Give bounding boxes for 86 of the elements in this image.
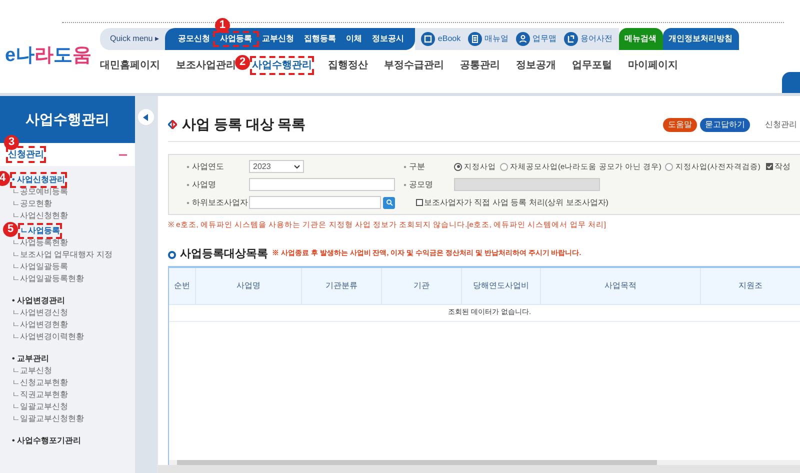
sidebar-item[interactable]: ㄴ사업신청현황 xyxy=(12,210,135,222)
tool-link[interactable]: eBook xyxy=(420,32,461,46)
side-tab[interactable] xyxy=(782,72,800,93)
diamond-icon xyxy=(168,120,177,129)
page-title: 사업 등록 대상 목록 xyxy=(182,115,306,134)
sidebar-item[interactable]: ㄴ사업변경이력현황 xyxy=(12,330,135,342)
column-header: 사업명 xyxy=(196,268,302,304)
sidebar-item[interactable]: ㄴ공모현황 xyxy=(12,198,135,210)
sidebar-item[interactable]: ㄴ교부신청 xyxy=(12,364,135,376)
sidebar-item[interactable]: ㄴ보조사업 업무대행자 지정 xyxy=(12,248,135,260)
quick-menu-link[interactable]: 이체 xyxy=(340,33,367,45)
tool-link[interactable]: 용어사전 xyxy=(564,32,613,46)
main-nav-item[interactable]: 집행정산 xyxy=(328,58,368,73)
tool-link[interactable]: 업무맵 xyxy=(516,32,557,46)
sidebar-item[interactable]: ㄴ신청교부현황 xyxy=(12,376,135,388)
callout-number-badge: 1 xyxy=(214,18,230,33)
main-nav-item[interactable]: 정보공개 xyxy=(516,58,556,73)
collapse-arrow-icon xyxy=(143,114,149,120)
chevron-down-icon xyxy=(294,164,300,168)
sidebar-section[interactable]: 신청관리 xyxy=(8,148,44,162)
tool-link[interactable]: 매뉴얼 xyxy=(468,32,509,46)
header-button[interactable]: 개인정보처리방침 xyxy=(662,28,739,50)
field-label: 공모명 xyxy=(404,178,454,190)
main-nav-item[interactable]: 부정수급관리 xyxy=(384,58,444,73)
column-header: 당해연도사업비 xyxy=(462,268,541,304)
quick-menu-link[interactable]: 공모신청 xyxy=(172,33,215,45)
radio-button[interactable] xyxy=(665,162,674,170)
callout-number-badge: 2 xyxy=(235,55,250,70)
help-badge[interactable]: 도움말 xyxy=(663,118,697,132)
sidebar-item[interactable]: ㄴ공모예비등록 xyxy=(12,186,135,198)
checkbox-option[interactable]: 보조사업자가 직접 사업 등록 처리(상위 보조사업자) xyxy=(416,196,608,208)
sidebar-item[interactable]: ㄴ사업일괄등록 xyxy=(12,260,135,272)
sidebar-item[interactable]: ㄴ사업변경현황 xyxy=(12,318,135,330)
horizontal-scrollbar[interactable] xyxy=(169,460,800,465)
search-icon xyxy=(386,199,392,206)
header-button[interactable]: 메뉴검색 xyxy=(618,28,663,50)
sidebar-item[interactable]: ㄴ일괄교부신청 xyxy=(12,400,135,412)
sidebar-item[interactable]: ㄴ사업등록현황 xyxy=(12,236,135,248)
quick-menu-label[interactable]: Quick menu ▸ xyxy=(100,28,171,50)
quick-menu-link[interactable]: 사업등록 xyxy=(214,33,257,45)
sidebar-item[interactable]: ㄴ직권교부현황 xyxy=(12,388,135,400)
sidebar-item[interactable]: ㄴ사업변경신청 xyxy=(12,306,135,318)
sub-recipient-input[interactable] xyxy=(249,196,381,209)
main-nav-item[interactable]: 보조사업관리 xyxy=(176,58,236,73)
radio-button[interactable] xyxy=(454,162,462,170)
quick-menu-link[interactable]: 정보공시 xyxy=(366,33,409,45)
checkbox[interactable] xyxy=(766,163,774,170)
quick-menu-link[interactable]: 집행등록 xyxy=(298,33,341,45)
logo[interactable]: e나라도움 xyxy=(5,46,100,65)
callout-number-badge: 4 xyxy=(0,171,10,186)
sidebar-item[interactable]: ㄴ사업등록 xyxy=(20,224,60,236)
sidebar-group[interactable]: • 사업신청관리 xyxy=(12,174,66,186)
sidebar-item[interactable]: ㄴ사업일괄등록현황 xyxy=(12,272,135,284)
callout-number-badge: 5 xyxy=(3,222,18,236)
column-header: 순번 xyxy=(169,268,196,304)
help-badge[interactable]: 묻고답하기 xyxy=(700,118,750,132)
main-nav-item[interactable]: 마이페이지 xyxy=(628,58,678,73)
radio-button[interactable] xyxy=(500,162,508,170)
sidebar-toggle-button[interactable] xyxy=(138,109,154,125)
business-name-input[interactable] xyxy=(249,178,395,191)
field-label: 사업연도 xyxy=(187,160,249,172)
column-header: 기관 xyxy=(382,268,462,304)
column-header: 사업목적 xyxy=(541,268,701,304)
quick-menu-link[interactable]: 교부신청 xyxy=(256,33,299,45)
search-button[interactable] xyxy=(383,196,395,208)
breadcrumb: 신청관리 xyxy=(765,118,797,130)
main-nav-item[interactable]: 대민홈페이지 xyxy=(100,58,160,73)
checkbox[interactable] xyxy=(416,199,423,206)
sidebar-group[interactable]: • 사업변경관리 xyxy=(12,294,135,306)
field-label: 하위보조사업자 xyxy=(187,196,249,208)
field-label: 구분 xyxy=(404,160,454,172)
sidebar-group[interactable]: • 교부관리 xyxy=(12,352,135,364)
main-nav-item[interactable]: 사업수행관리 xyxy=(252,58,312,73)
checkbox-option[interactable]: 작성 xyxy=(766,160,790,172)
column-header: 지원조 xyxy=(701,268,800,304)
circle-bullet-icon xyxy=(168,250,176,258)
sidebar-item[interactable]: ㄴ일괄교부신청현황 xyxy=(12,412,135,424)
column-header: 기관분류 xyxy=(302,268,382,304)
year-select[interactable]: 2023 xyxy=(249,160,304,173)
section-title: 사업등록대상목록 xyxy=(180,247,268,262)
scrollbar-thumb[interactable] xyxy=(177,460,657,465)
manual-icon xyxy=(468,32,482,46)
sidebar-group[interactable]: • 사업수행포기관리 xyxy=(12,434,135,446)
main-nav-item[interactable]: 공통관리 xyxy=(460,58,500,73)
main-nav-item[interactable]: 업무포털 xyxy=(572,58,612,73)
field-label: 사업명 xyxy=(187,178,249,190)
